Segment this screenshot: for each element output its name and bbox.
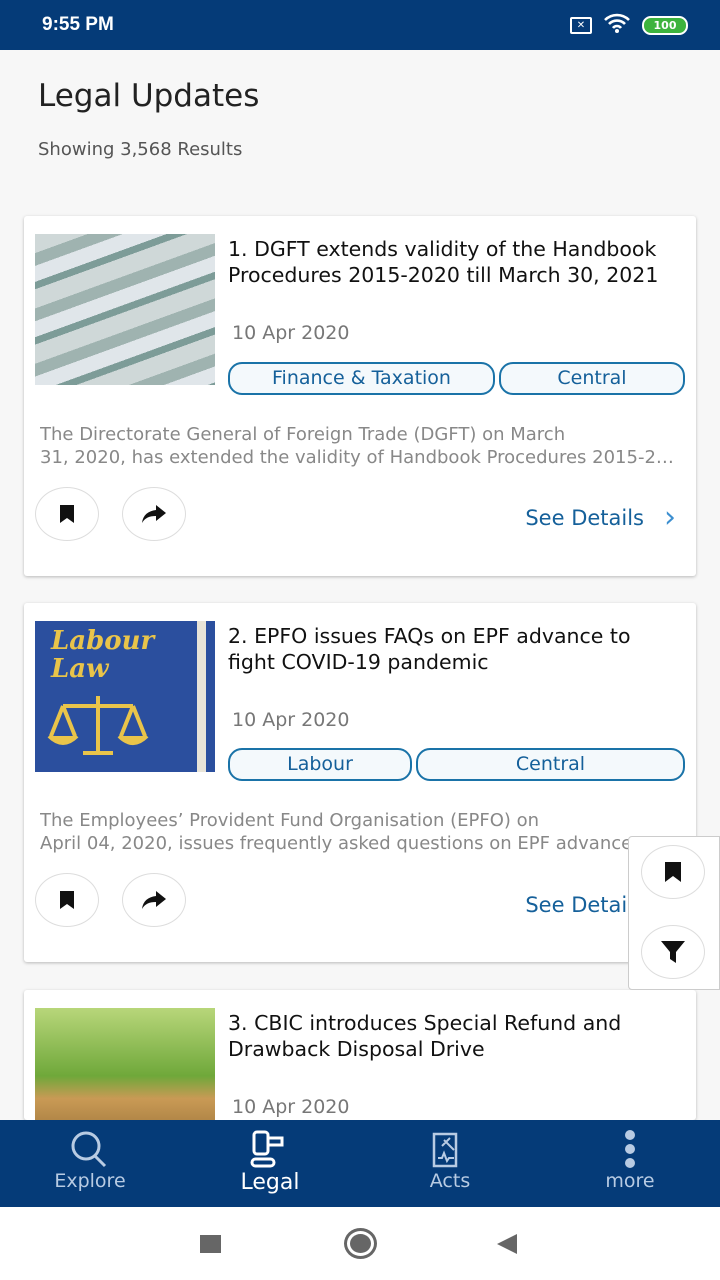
tag-jurisdiction[interactable]: Central [416, 748, 685, 781]
system-nav-bar [0, 1207, 720, 1280]
nav-more[interactable]: more [540, 1120, 720, 1207]
news-date: 10 Apr 2020 [232, 322, 350, 344]
back-button[interactable] [497, 1234, 517, 1254]
news-card[interactable]: Labour Law 2. EPFO issues FAQs on EPF ad… [24, 603, 696, 962]
bookmark-icon [60, 505, 74, 523]
bookmark-button[interactable] [35, 873, 99, 927]
bookmark-button[interactable] [35, 487, 99, 541]
nav-label: Acts [429, 1170, 471, 1192]
acts-document-icon [432, 1132, 458, 1168]
clock: 9:55 PM [42, 14, 114, 35]
news-title[interactable]: 1. DGFT extends validity of the Handbook… [228, 236, 678, 288]
tag-category[interactable]: Finance & Taxation [228, 362, 495, 395]
news-card[interactable]: 3. CBIC introduces Special Refund and Dr… [24, 990, 696, 1120]
nav-label: Legal [240, 1170, 300, 1195]
desc-line: 31, 2020, has extended the validity of H… [40, 447, 680, 468]
desc-line: April 04, 2020, issues frequently asked … [40, 833, 633, 854]
nav-legal[interactable]: Legal [180, 1120, 360, 1207]
chevron-right-icon: › [664, 500, 676, 535]
see-details-label: See Details [525, 505, 644, 530]
nav-label: more [605, 1170, 655, 1192]
share-button[interactable] [122, 487, 186, 541]
more-vertical-icon [625, 1130, 635, 1168]
news-thumbnail [35, 234, 215, 385]
results-count: Showing 3,568 Results [38, 139, 243, 160]
recents-button[interactable] [200, 1235, 221, 1253]
news-title[interactable]: 2. EPFO issues FAQs on EPF advance to fi… [228, 623, 678, 675]
floating-actions [628, 836, 720, 990]
battery-icon: 100 [642, 16, 688, 35]
bottom-nav: Explore Legal Acts more [0, 1120, 720, 1207]
page-title: Legal Updates [38, 78, 260, 114]
news-description: The Employees’ Provident Fund Organisati… [40, 809, 680, 855]
no-sim-icon: ✕ [570, 17, 592, 34]
desc-line: The Directorate General of Foreign Trade… [40, 424, 566, 445]
share-icon [142, 505, 166, 523]
see-details-link[interactable]: See Details › [525, 500, 676, 535]
desc-line: The Employees’ Provident Fund Organisati… [40, 810, 540, 831]
news-date: 10 Apr 2020 [232, 709, 350, 731]
filter-icon [661, 941, 685, 963]
scales-icon [47, 696, 149, 755]
filter-button[interactable] [641, 925, 705, 979]
bookmark-icon [665, 862, 681, 882]
nav-acts[interactable]: Acts [360, 1120, 540, 1207]
nav-label: Explore [54, 1170, 126, 1192]
news-title[interactable]: 3. CBIC introduces Special Refund and Dr… [228, 1010, 678, 1062]
news-thumbnail: Labour Law [35, 621, 215, 772]
tag-category[interactable]: Labour [228, 748, 412, 781]
news-description: The Directorate General of Foreign Trade… [40, 423, 680, 469]
news-thumbnail [35, 1008, 215, 1120]
home-button[interactable] [344, 1228, 377, 1259]
bookmark-icon [60, 891, 74, 909]
image-lettering: Labour Law [51, 626, 155, 684]
share-icon [142, 891, 166, 909]
tag-jurisdiction[interactable]: Central [499, 362, 685, 395]
status-bar: 9:55 PM ✕ 100 [0, 0, 720, 50]
share-button[interactable] [122, 873, 186, 927]
wifi-icon [604, 12, 630, 39]
search-icon [71, 1131, 107, 1168]
saved-bookmarks-button[interactable] [641, 845, 705, 899]
news-card[interactable]: 1. DGFT extends validity of the Handbook… [24, 216, 696, 576]
news-date: 10 Apr 2020 [232, 1096, 350, 1118]
see-details-label: See Details [525, 892, 644, 917]
gavel-icon [250, 1130, 284, 1168]
nav-explore[interactable]: Explore [0, 1120, 180, 1207]
